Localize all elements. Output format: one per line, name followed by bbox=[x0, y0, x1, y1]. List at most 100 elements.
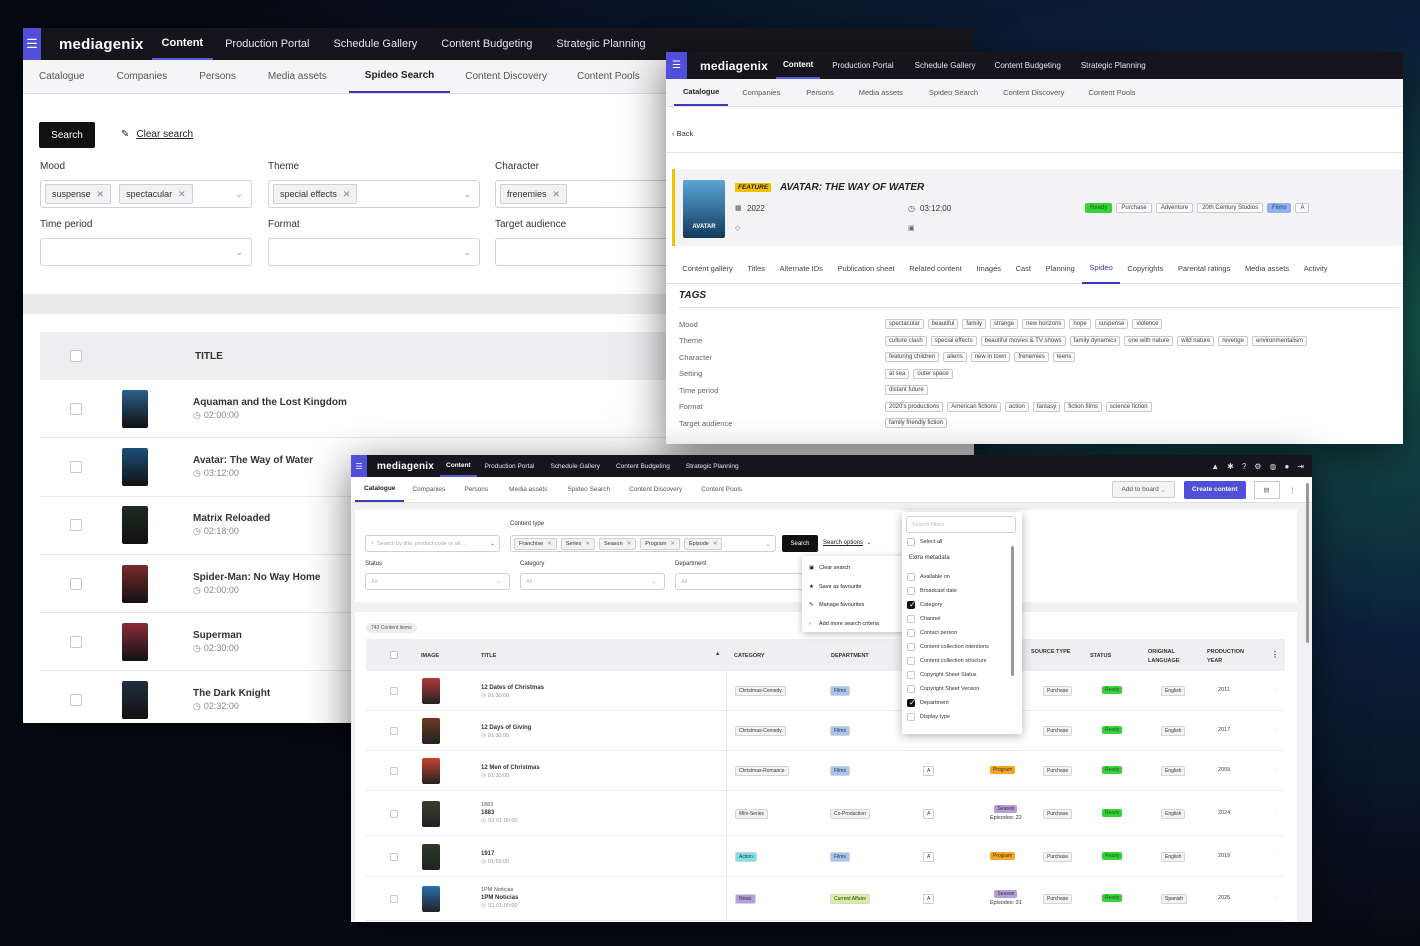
theme-select[interactable]: special effects ✕ ⌄ bbox=[268, 180, 480, 208]
remove-chip-icon[interactable]: ✕ bbox=[670, 541, 675, 547]
spideo-tag[interactable]: beautiful bbox=[927, 319, 959, 330]
search-button[interactable]: Search bbox=[39, 122, 95, 148]
chevron-down-icon[interactable]: ⌄ bbox=[235, 247, 243, 258]
select-all-checkbox[interactable] bbox=[70, 350, 82, 362]
department-select[interactable]: All bbox=[675, 573, 805, 590]
chevron-down-icon[interactable]: ⌄ bbox=[496, 579, 501, 585]
column-source-type[interactable]: SOURCE TYPE bbox=[1031, 648, 1073, 657]
nav-strategic-planning[interactable]: Strategic Planning bbox=[1071, 52, 1156, 79]
tab-media-assets[interactable]: Media assets bbox=[846, 79, 916, 106]
tab-persons[interactable]: Persons bbox=[794, 79, 846, 106]
spideo-tag[interactable]: fantasy bbox=[1032, 401, 1061, 412]
chip-content-type[interactable]: Program ✕ bbox=[640, 537, 680, 550]
row-checkbox[interactable] bbox=[70, 460, 82, 473]
row-actions-icon[interactable]: ⋮ bbox=[1273, 895, 1279, 901]
table-row[interactable]: 12 Dates of Christmas ◷ 01:30:00 Christmas-… bbox=[366, 671, 1285, 711]
table-row[interactable]: 1917 ◷ 01:59:00 Action Films A Program Purchase… bbox=[366, 836, 1285, 877]
tab-parental-ratings[interactable]: Parental ratings bbox=[1171, 254, 1238, 284]
column-status[interactable]: STATUS bbox=[1090, 652, 1150, 661]
filter-checkbox[interactable] bbox=[907, 685, 915, 693]
filter-option[interactable]: Channel bbox=[907, 612, 1012, 626]
target-audience-select[interactable] bbox=[495, 238, 695, 266]
column-image[interactable]: IMAGE bbox=[421, 652, 481, 661]
tab-publication-sheet[interactable]: Publication sheet bbox=[830, 254, 902, 284]
select-all-checkbox[interactable] bbox=[907, 538, 915, 546]
row-actions-icon[interactable]: ⋮ bbox=[1273, 810, 1279, 816]
nav-production-portal[interactable]: Production Portal bbox=[213, 28, 321, 60]
status-select[interactable]: All ⌄ bbox=[365, 573, 510, 590]
row-checkbox[interactable] bbox=[390, 687, 398, 695]
tab-spideo-search[interactable]: Spideo Search bbox=[348, 60, 451, 93]
create-content-button[interactable]: Create content bbox=[1183, 480, 1246, 499]
remove-chip-icon[interactable]: ✕ bbox=[627, 541, 632, 547]
menu-item-clear-search[interactable]: ▣ Clear search bbox=[802, 559, 910, 578]
tab-companies[interactable]: Companies bbox=[728, 79, 794, 106]
table-row[interactable]: 12 Men of Christmas ◷ 01:30:00 Christmas-Ro… bbox=[366, 751, 1285, 791]
nav-content-budgeting[interactable]: Content Budgeting bbox=[429, 28, 544, 60]
chevron-down-icon[interactable]: ⌄ bbox=[463, 247, 471, 258]
chip-content-type[interactable]: Episode ✕ bbox=[683, 537, 723, 550]
tab-spideo-search[interactable]: Spideo Search bbox=[916, 79, 991, 106]
chip-content-type[interactable]: Franchise ✕ bbox=[514, 537, 557, 550]
spideo-tag[interactable]: suspense bbox=[1094, 319, 1129, 330]
format-select[interactable]: ⌄ bbox=[268, 238, 480, 266]
tab-content-discovery[interactable]: Content Discovery bbox=[620, 477, 691, 502]
row-actions-icon[interactable]: ⋮ bbox=[1273, 853, 1279, 859]
column-department[interactable]: DEPARTMENT bbox=[831, 652, 891, 661]
nav-content-budgeting[interactable]: Content Budgeting bbox=[608, 455, 678, 477]
character-select[interactable]: frenemies ✕ bbox=[495, 180, 695, 208]
spideo-tag[interactable]: fiction films bbox=[1064, 401, 1102, 412]
filter-checkbox[interactable] bbox=[907, 671, 915, 679]
column-options-icon[interactable]: ⋮ bbox=[1271, 650, 1279, 659]
remove-chip-icon[interactable]: ✕ bbox=[178, 189, 186, 200]
globe-icon[interactable]: ◍ bbox=[1269, 462, 1276, 471]
tab-persons[interactable]: Persons bbox=[189, 60, 246, 93]
column-category[interactable]: CATEGORY bbox=[734, 652, 794, 661]
column-title[interactable]: TITLE bbox=[481, 652, 541, 661]
row-actions-icon[interactable]: ⋮ bbox=[1273, 767, 1279, 773]
settings-icon[interactable]: ⚙ bbox=[1254, 462, 1261, 471]
nav-content[interactable]: Content bbox=[151, 28, 214, 60]
chip-content-type[interactable]: Season ✕ bbox=[598, 537, 637, 550]
nav-strategic-planning[interactable]: Strategic Planning bbox=[544, 28, 657, 60]
select-all-checkbox[interactable] bbox=[390, 651, 398, 659]
spideo-tag[interactable]: strange bbox=[990, 319, 1019, 330]
row-checkbox[interactable] bbox=[390, 767, 398, 775]
spideo-tag[interactable]: teens bbox=[1052, 352, 1076, 363]
table-row[interactable]: 1PM Noticias 1PM Noticias ◷ S1 01:00:00 News… bbox=[366, 877, 1285, 921]
filter-checkbox[interactable] bbox=[907, 713, 915, 721]
dropdown-scrollbar[interactable] bbox=[1011, 546, 1014, 676]
filter-option[interactable]: Broadcast date bbox=[907, 584, 1012, 598]
spideo-tag[interactable]: beautiful movies & TV shows bbox=[980, 335, 1066, 346]
tab-media-assets[interactable]: Media assets bbox=[1238, 254, 1297, 284]
filter-checkbox[interactable] bbox=[907, 657, 915, 665]
search-button[interactable]: Search bbox=[782, 535, 818, 552]
content-type-select[interactable]: Franchise ✕ Series ✕ Season ✕ Program ✕ Episode ✕… bbox=[510, 535, 776, 552]
filter-option[interactable]: Content collection intentions bbox=[907, 640, 1012, 654]
menu-icon[interactable]: ☰ bbox=[351, 455, 367, 477]
spideo-tag[interactable]: revenge bbox=[1218, 335, 1248, 346]
menu-item-manage-favourites[interactable]: ✎ Manage favourites bbox=[802, 596, 910, 615]
remove-chip-icon[interactable]: ✕ bbox=[713, 541, 718, 547]
nav-production-portal[interactable]: Production Portal bbox=[820, 52, 905, 79]
row-actions-icon[interactable]: ⋮ bbox=[1273, 687, 1279, 693]
filter-option[interactable]: Copyright Sheet Version bbox=[907, 682, 1012, 696]
nav-schedule-gallery[interactable]: Schedule Gallery bbox=[906, 52, 985, 79]
chip-suspense[interactable]: suspense ✕ bbox=[45, 184, 112, 204]
scrollbar[interactable] bbox=[1306, 483, 1309, 643]
filter-option[interactable]: Category bbox=[907, 598, 1012, 612]
spideo-tag[interactable]: science fiction bbox=[1105, 401, 1152, 412]
spideo-tag[interactable]: new horizons bbox=[1022, 319, 1066, 330]
remove-chip-icon[interactable]: ✕ bbox=[97, 189, 105, 200]
sort-icon[interactable]: ▲ bbox=[715, 651, 720, 657]
content-title[interactable]: 1PM Noticias bbox=[481, 895, 518, 901]
spideo-tag[interactable]: new in town bbox=[970, 352, 1011, 363]
movie-title[interactable]: Superman bbox=[193, 630, 242, 641]
spideo-tag[interactable]: at sea bbox=[885, 368, 910, 379]
filter-checkbox[interactable] bbox=[907, 698, 916, 707]
spideo-tag[interactable]: aliens bbox=[943, 352, 967, 363]
row-checkbox[interactable] bbox=[70, 577, 82, 590]
chevron-down-icon[interactable]: ⌄ bbox=[651, 579, 656, 585]
tab-persons[interactable]: Persons bbox=[453, 477, 499, 502]
tab-content-gallery[interactable]: Content gallery bbox=[675, 254, 740, 284]
